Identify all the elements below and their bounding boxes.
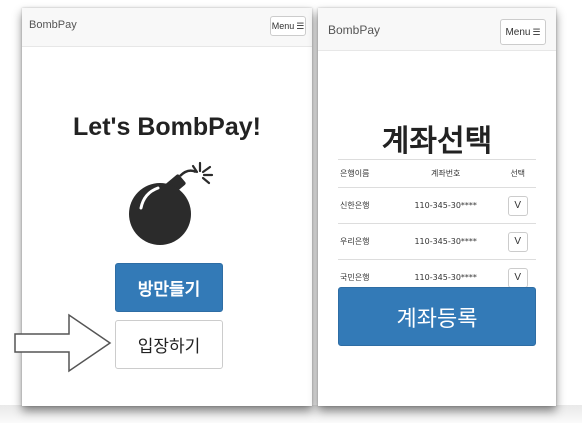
navbar: BombPay Menu ☰: [318, 8, 556, 51]
bank-name: 신한은행: [338, 187, 393, 224]
account-table: 은행이름 계좌번호 선택 신한은행 110-345-30**** V 우리은행 …: [338, 159, 536, 296]
reflection-floor: [0, 405, 582, 423]
select-cell: V: [499, 223, 536, 260]
header-select: 선택: [499, 159, 536, 188]
account-number: 110-345-30****: [392, 187, 500, 224]
select-button[interactable]: V: [507, 231, 528, 252]
menu-label: Menu: [505, 26, 531, 38]
header-bank-name: 은행이름: [338, 159, 393, 188]
bank-name: 우리은행: [338, 223, 393, 260]
pointer-arrow-icon: [14, 313, 112, 373]
register-account-button[interactable]: 계좌등록: [338, 287, 536, 346]
menu-label: Menu: [271, 21, 295, 31]
table-header-row: 은행이름 계좌번호 선택: [338, 159, 536, 188]
phone-screen-account-select: BombPay Menu ☰ 계좌선택 은행이름 계좌번호 선택 신한은행 11…: [318, 8, 556, 406]
select-button[interactable]: V: [507, 195, 528, 216]
table-row: 우리은행 110-345-30**** V: [338, 223, 536, 260]
brand-link[interactable]: BombPay: [29, 19, 77, 31]
bomb-icon: [129, 161, 214, 245]
hamburger-icon: ☰: [296, 20, 305, 31]
navbar: BombPay Menu ☰: [22, 8, 312, 47]
page-title: 계좌선택: [381, 124, 493, 159]
page-title: Let's BombPay!: [73, 113, 261, 141]
select-button[interactable]: V: [507, 267, 528, 288]
account-number: 110-345-30****: [392, 223, 500, 260]
header-account-number: 계좌번호: [392, 159, 500, 188]
hamburger-icon: ☰: [532, 26, 541, 37]
enter-room-button[interactable]: 입장하기: [115, 320, 223, 369]
brand-link[interactable]: BombPay: [328, 23, 380, 37]
select-cell: V: [499, 187, 536, 224]
table-row: 신한은행 110-345-30**** V: [338, 187, 536, 224]
create-room-button[interactable]: 방만들기: [115, 263, 223, 312]
menu-button[interactable]: Menu ☰: [270, 16, 306, 36]
menu-button[interactable]: Menu ☰: [500, 19, 546, 45]
